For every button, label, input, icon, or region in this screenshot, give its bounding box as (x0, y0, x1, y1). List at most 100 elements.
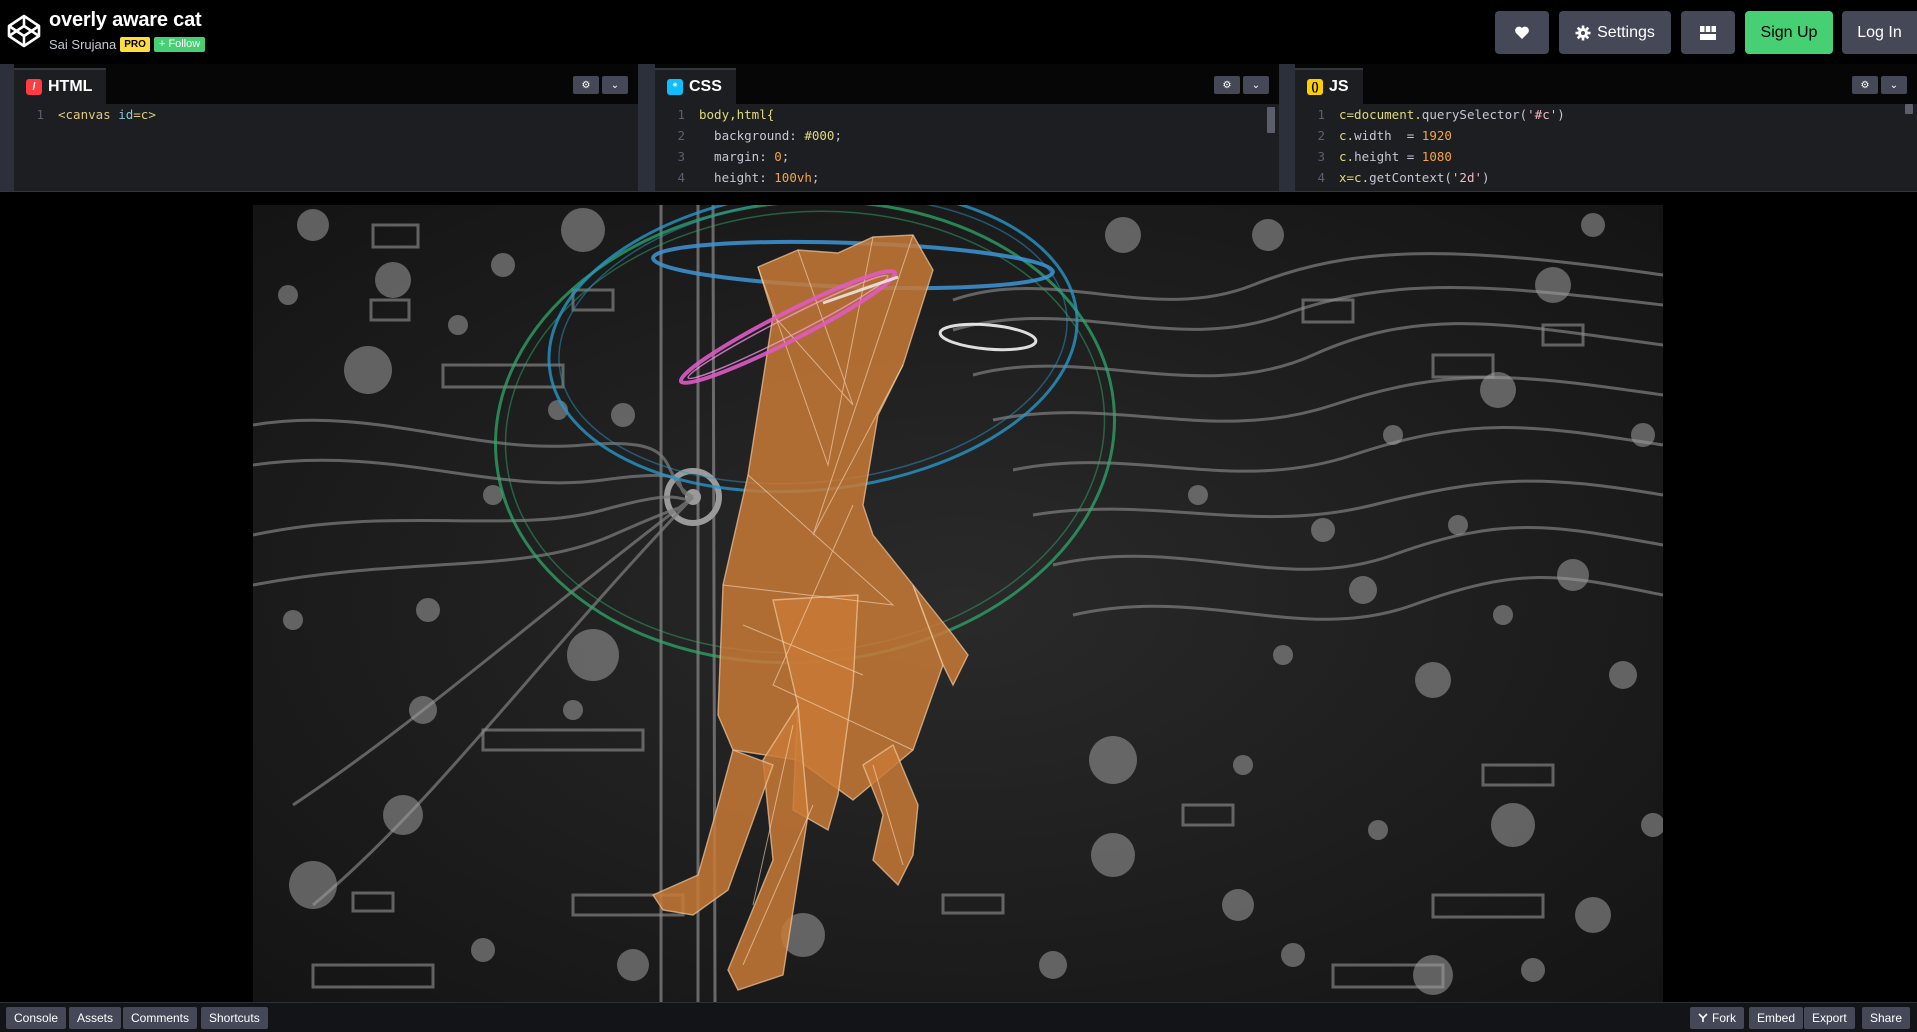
code-token: id (118, 107, 134, 122)
layout-grid-icon (1700, 25, 1716, 40)
resize-handle[interactable] (638, 64, 655, 191)
resize-handle[interactable] (0, 64, 14, 191)
tab-label: CSS (689, 78, 722, 95)
editor-header: / HTML ⚙ ⌄ (14, 64, 638, 104)
resize-handle[interactable] (1279, 64, 1295, 191)
code-token: height = (1354, 149, 1422, 164)
css-editor[interactable]: * CSS ⚙ ⌄ 1 body,html{ 2 background: #000;… (655, 64, 1279, 191)
html-editor[interactable]: / HTML ⚙ ⌄ 1 <canvas id =c> (14, 64, 638, 191)
editor-collapse-button[interactable]: ⌄ (602, 76, 628, 94)
share-button[interactable]: Share (1862, 1007, 1911, 1029)
code-line[interactable]: 4 x=c. getContext('2d') (1295, 167, 1917, 188)
code-line[interactable]: 2 c. width = 1920 (1295, 125, 1917, 146)
tab-js[interactable]: () JS (1295, 68, 1363, 104)
code-token: body,html{ (699, 107, 775, 122)
code-token: x=c. (1339, 170, 1370, 185)
js-icon: () (1307, 79, 1323, 95)
code-token: margin: (699, 149, 775, 164)
code-line[interactable]: 4 height: 100vh; (655, 167, 1279, 188)
login-button[interactable]: Log In (1842, 11, 1917, 54)
signup-button[interactable]: Sign Up (1745, 11, 1833, 54)
line-number: 3 (677, 149, 685, 164)
preview-resizer[interactable] (0, 191, 1917, 205)
top-bar: overly aware cat Sai Srujana PRO + Follo… (0, 0, 1917, 64)
code-area[interactable]: 1 c=document. querySelector('#c') 2 c. width … (1295, 104, 1917, 191)
code-token: background: (699, 128, 805, 143)
editor-settings-button[interactable]: ⚙ (1852, 76, 1878, 94)
tab-label: HTML (48, 78, 93, 95)
code-token: querySelector( (1421, 107, 1528, 122)
code-token: 0 (774, 149, 782, 164)
code-token: ) (1557, 107, 1565, 122)
follow-button[interactable]: + Follow (153, 36, 206, 52)
editor-collapse-button[interactable]: ⌄ (1243, 76, 1269, 94)
code-line[interactable]: 1 body,html{ (655, 104, 1279, 125)
editor-header: * CSS ⚙ ⌄ (655, 64, 1279, 104)
chevron-down-icon: ⌄ (610, 79, 620, 91)
code-token: ) (1482, 170, 1490, 185)
fork-icon (1698, 1013, 1708, 1022)
code-token: #000 (804, 128, 835, 143)
embed-button[interactable]: Embed (1749, 1007, 1804, 1029)
tab-html[interactable]: / HTML (14, 68, 107, 104)
code-token: 100vh (774, 170, 812, 185)
code-line[interactable]: 1 <canvas id =c> (14, 104, 638, 125)
code-token: 1920 (1421, 128, 1452, 143)
js-editor[interactable]: () JS ⚙ ⌄ 1 c=document. querySelector('#c'… (1295, 64, 1917, 191)
export-button[interactable]: Export (1804, 1007, 1855, 1029)
line-number: 1 (677, 107, 685, 122)
bottom-bar: Console Assets Comments Shortcuts Fork E… (0, 1002, 1917, 1032)
line-number: 4 (1317, 170, 1325, 185)
code-token: c=document. (1339, 107, 1422, 122)
preview-frame (0, 205, 1917, 1002)
fork-label: Fork (1712, 1011, 1736, 1025)
editor-panels: / HTML ⚙ ⌄ 1 <canvas id =c> * CSS ⚙ ⌄ 1 bod… (0, 64, 1917, 191)
code-token: '2d' (1451, 170, 1483, 185)
code-token: ; (834, 128, 842, 143)
editor-settings-button[interactable]: ⚙ (573, 76, 599, 94)
comments-button[interactable]: Comments (123, 1007, 198, 1029)
line-number: 2 (677, 128, 685, 143)
code-line[interactable]: 1 c=document. querySelector('#c') (1295, 104, 1917, 125)
scrollbar[interactable] (1267, 107, 1275, 133)
line-number: 1 (36, 107, 44, 122)
code-token: getContext( (1369, 170, 1452, 185)
codepen-logo-icon[interactable] (6, 13, 42, 49)
shortcuts-button[interactable]: Shortcuts (201, 1007, 268, 1029)
code-area[interactable]: 1 body,html{2 background: #000; 3 margin: … (655, 104, 1279, 191)
canvas-output (253, 205, 1663, 1002)
tab-label: JS (1329, 78, 1349, 95)
console-button[interactable]: Console (6, 1007, 67, 1029)
code-line[interactable]: 3 margin: 0; (655, 146, 1279, 167)
editor-header: () JS ⚙ ⌄ (1295, 64, 1917, 104)
chevron-down-icon: ⌄ (1251, 79, 1261, 91)
code-token: ; (781, 149, 790, 164)
code-token: height: (699, 170, 775, 185)
code-line[interactable]: 3 c. height = 1080 (1295, 146, 1917, 167)
editor-settings-button[interactable]: ⚙ (1214, 76, 1240, 94)
css-icon: * (667, 79, 683, 95)
chevron-down-icon: ⌄ (1889, 79, 1899, 91)
author-name[interactable]: Sai Srujana (49, 37, 116, 52)
pen-title: overly aware cat (49, 9, 202, 31)
pro-badge[interactable]: PRO (120, 36, 150, 52)
author-row: Sai Srujana PRO + Follow (49, 35, 206, 53)
code-token: <canvas (58, 107, 119, 122)
line-number: 1 (1317, 107, 1325, 122)
settings-label: Settings (1597, 23, 1655, 41)
code-token: c. (1339, 128, 1355, 143)
tab-css[interactable]: * CSS (655, 68, 736, 104)
love-button[interactable] (1495, 11, 1549, 54)
line-number: 3 (1317, 149, 1325, 164)
gear-icon (1575, 25, 1591, 40)
code-line[interactable]: 2 background: #000; (655, 125, 1279, 146)
heart-icon (1515, 26, 1529, 39)
code-token: c. (1339, 149, 1355, 164)
change-view-button[interactable] (1681, 11, 1735, 54)
settings-button[interactable]: Settings (1559, 11, 1671, 54)
editor-collapse-button[interactable]: ⌄ (1881, 76, 1907, 94)
code-area[interactable]: 1 <canvas id =c> (14, 104, 638, 191)
fork-button[interactable]: Fork (1690, 1007, 1744, 1029)
scrollbar[interactable] (1905, 104, 1913, 114)
assets-button[interactable]: Assets (69, 1007, 122, 1029)
